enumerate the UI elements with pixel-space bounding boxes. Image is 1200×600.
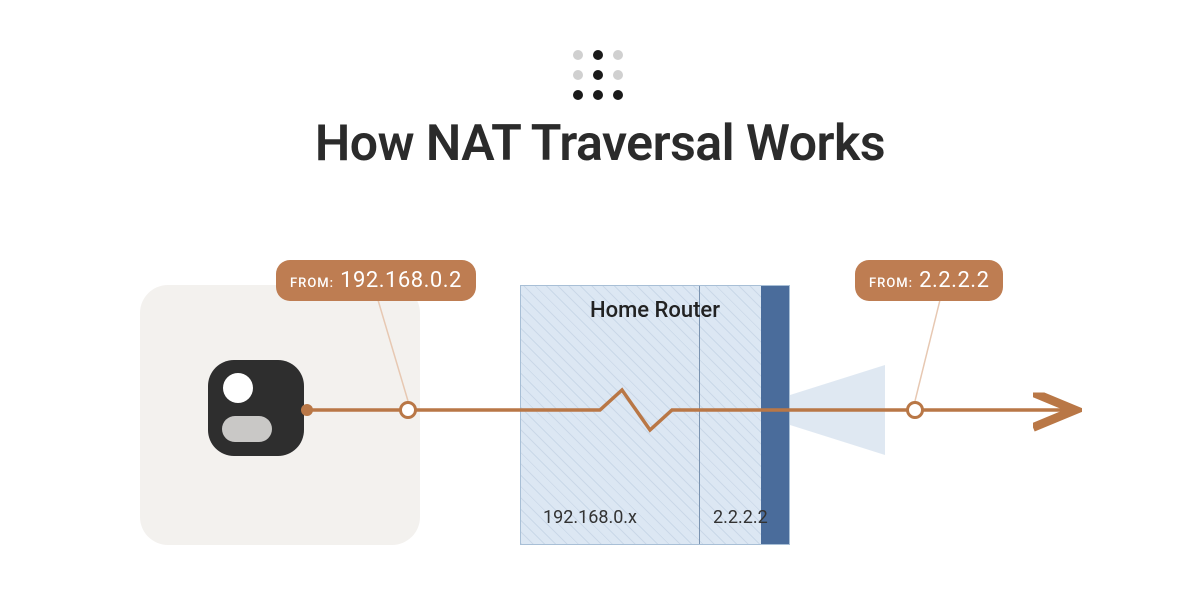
diagram-stage: Home Router 192.168.0.x 2.2.2.2 FROM: 19… (0, 260, 1200, 580)
path-node-after-nat (906, 401, 924, 419)
packet-label-after: FROM: 2.2.2.2 (855, 260, 1003, 301)
from-ip: 192.168.0.2 (340, 268, 462, 293)
from-label: FROM: (290, 276, 334, 291)
packet-path (0, 260, 1200, 580)
path-node-origin (301, 404, 313, 416)
path-node-before-nat (399, 401, 417, 419)
from-label: FROM: (869, 276, 913, 291)
page-title: How NAT Traversal Works (0, 115, 1200, 173)
packet-label-before: FROM: 192.168.0.2 (276, 260, 476, 301)
logo-icon (573, 50, 627, 104)
from-ip: 2.2.2.2 (919, 268, 989, 293)
